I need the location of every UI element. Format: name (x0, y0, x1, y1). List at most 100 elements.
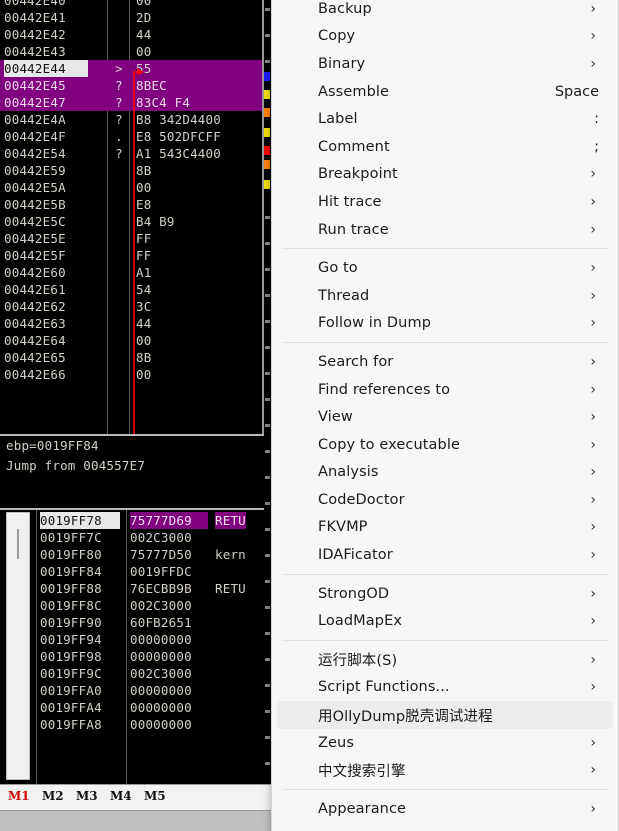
stack-pane[interactable]: 0019FF78 75777D69 RETU 0019FF7C 002C3000 0019… (0, 508, 271, 784)
stack-address: 0019FFA4 (40, 700, 102, 715)
stack-row[interactable]: 0019FF9C 002C3000 (0, 665, 271, 682)
menu-item-assemble[interactable]: Assemble Space (277, 78, 613, 106)
gutter-dash (265, 632, 270, 635)
menu-separator (282, 573, 608, 575)
menu-item-thread[interactable]: Thread › (277, 282, 613, 310)
chevron-right-icon: › (590, 28, 596, 45)
menu-item-ollydump[interactable]: 用OllyDump脱壳调试进程 (277, 701, 613, 729)
gutter-dash (265, 528, 270, 531)
menu-item-label: CodeDoctor (318, 491, 405, 508)
stack-row[interactable]: 0019FFA8 00000000 (0, 716, 271, 733)
tab-m2[interactable]: M2 (42, 789, 64, 803)
disasm-row[interactable]: 00442E41 2D (0, 9, 271, 26)
menu-item-find-references-to[interactable]: Find references to › (277, 376, 613, 404)
menu-item-hit-trace[interactable]: Hit trace › (277, 188, 613, 216)
stack-row[interactable]: 0019FF94 00000000 (0, 631, 271, 648)
stack-value: 00000000 (130, 683, 192, 698)
menu-item-strongod[interactable]: StrongOD › (277, 580, 613, 608)
chevron-right-icon: › (590, 613, 596, 630)
stack-row[interactable]: 0019FFA4 00000000 (0, 699, 271, 716)
stack-row[interactable]: 0019FF98 00000000 (0, 648, 271, 665)
menu-item-run-trace[interactable]: Run trace › (277, 216, 613, 244)
gutter-dash (265, 450, 270, 453)
chevron-right-icon: › (590, 381, 596, 398)
menu-item-go-to[interactable]: Go to › (277, 254, 613, 282)
menu-item-label: 中文搜索引擎 (318, 763, 406, 780)
disasm-row[interactable]: 00442E5E FF (0, 230, 271, 247)
disasm-row[interactable]: 00442E5F FF (0, 247, 271, 264)
menu-item-fkvmp[interactable]: FKVMP › (277, 514, 613, 542)
disassembly-pane[interactable]: 00442E40 00 00442E41 2D 00442E42 44 00442E43 00… (0, 0, 271, 434)
disasm-row[interactable]: 00442E5A 00 (0, 179, 271, 196)
menu-item-codedoctor[interactable]: CodeDoctor › (277, 486, 613, 514)
disasm-row[interactable]: 00442E59 8B (0, 162, 271, 179)
disasm-row[interactable]: 00442E5C B4 B9 (0, 213, 271, 230)
menu-item-breakpoint[interactable]: Breakpoint › (277, 161, 613, 189)
menu-item-label: LoadMapEx (318, 613, 403, 630)
disasm-row[interactable]: 00442E4F. E8 502DFCFF (0, 128, 271, 145)
stack-row[interactable]: 0019FF90 60FB2651 (0, 614, 271, 631)
stack-row[interactable]: 0019FF88 76ECBB9B RETU (0, 580, 271, 597)
menu-item-follow-in-dump[interactable]: Follow in Dump › (277, 310, 613, 338)
disasm-row[interactable]: 00442E42 44 (0, 26, 271, 43)
disasm-address: 00442E4A (4, 112, 66, 127)
menu-item-search-for[interactable]: Search for › (277, 348, 613, 376)
stack-row[interactable]: 0019FFA0 00000000 (0, 682, 271, 699)
gutter-dash (265, 658, 270, 661)
menu-item-script-functions[interactable]: Script Functions... › (277, 674, 613, 702)
debugger-window: 00442E40 00 00442E41 2D 00442E42 44 00442E43 00… (0, 0, 619, 831)
gutter-dash (265, 502, 270, 505)
menu-item-comment[interactable]: Comment; (277, 133, 613, 161)
stack-row[interactable]: 0019FF8C 002C3000 (0, 597, 271, 614)
context-menu[interactable]: Backup › Copy › Binary › Assemble Space Label: Co… (271, 0, 619, 831)
disasm-address: 00442E64 (4, 333, 66, 348)
stack-comment: RETU (215, 512, 246, 529)
disasm-row[interactable]: 00442E5B E8 (0, 196, 271, 213)
menu-item-appearance[interactable]: Appearance › (277, 795, 613, 823)
menu-item-idaficator[interactable]: IDAFicator › (277, 541, 613, 569)
disasm-row[interactable]: 00442E4A? B8 342D4400 (0, 111, 271, 128)
tab-m5[interactable]: M5 (144, 789, 166, 803)
menu-item-label[interactable]: Label: (277, 105, 613, 133)
menu-item-label: Copy to executable (318, 436, 460, 453)
disasm-bytes: B8 342D4400 (136, 112, 221, 127)
menu-item-view[interactable]: View › (277, 403, 613, 431)
module-tab-bar[interactable]: M1 M2 M3 M4 M5 (0, 784, 271, 811)
gutter-marker (264, 72, 270, 81)
menu-item-[interactable]: 中文搜索引擎 › (277, 756, 613, 784)
menu-item-binary[interactable]: Binary › (277, 50, 613, 78)
stack-address: 0019FF98 (40, 649, 102, 664)
stack-row[interactable]: 0019FF84 0019FFDC (0, 563, 271, 580)
gutter-marker (264, 146, 270, 155)
menu-item-copy-to-executable[interactable]: Copy to executable › (277, 431, 613, 459)
menu-item-copy[interactable]: Copy › (277, 23, 613, 51)
tab-m3[interactable]: M3 (76, 789, 98, 803)
disasm-row[interactable]: 00442E65 8B (0, 349, 271, 366)
disasm-row[interactable]: 00442E61 54 (0, 281, 271, 298)
disasm-row[interactable]: 00442E44 >55 (0, 60, 271, 77)
disasm-row[interactable]: 00442E66 00 (0, 366, 271, 383)
stack-row[interactable]: 0019FF78 75777D69 RETU (0, 512, 271, 529)
disasm-row[interactable]: 00442E45? 8BEC (0, 77, 271, 94)
disasm-row[interactable]: 00442E64 00 (0, 332, 271, 349)
menu-item-s[interactable]: 运行脚本(S) › (277, 646, 613, 674)
tab-m1[interactable]: M1 (8, 789, 30, 803)
disasm-bytes: B4 B9 (136, 214, 175, 229)
disasm-row[interactable]: 00442E43 00 (0, 43, 271, 60)
menu-item-backup[interactable]: Backup › (277, 0, 613, 23)
tab-m4[interactable]: M4 (110, 789, 132, 803)
disasm-row[interactable]: 00442E63 44 (0, 315, 271, 332)
stack-row[interactable]: 0019FF7C 002C3000 (0, 529, 271, 546)
menu-item-loadmapex[interactable]: LoadMapEx › (277, 607, 613, 635)
gutter-dash (265, 606, 270, 609)
disasm-row[interactable]: 00442E40 00 (0, 0, 271, 9)
menu-item-analysis[interactable]: Analysis › (277, 459, 613, 487)
disasm-row[interactable]: 00442E60 A1 (0, 264, 271, 281)
disasm-address: 00442E42 (4, 27, 66, 42)
disasm-row[interactable]: 00442E62 3C (0, 298, 271, 315)
disasm-row[interactable]: 00442E54? A1 543C4400 (0, 145, 271, 162)
menu-item-label: Label (318, 111, 358, 128)
menu-item-zeus[interactable]: Zeus › (277, 729, 613, 757)
stack-row[interactable]: 0019FF80 75777D50 kern (0, 546, 271, 563)
disasm-row[interactable]: 00442E47? 83C4 F4 (0, 94, 271, 111)
